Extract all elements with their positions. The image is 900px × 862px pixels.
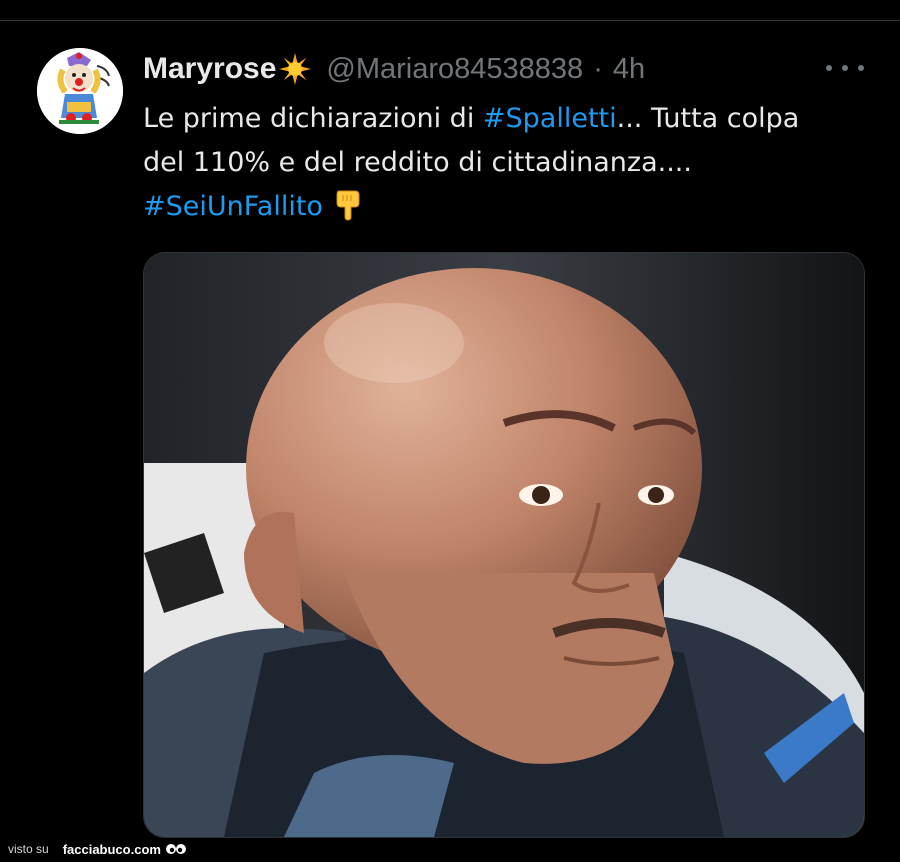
hashtag-spalletti-link[interactable]: #Spalletti [483,103,617,134]
footer-visto-label: visto su [8,842,49,856]
tweet-header: Maryrose @Mariaro84538838 · 4h [143,50,645,88]
footer-site-link[interactable]: facciabuco.com [63,842,161,857]
hashtag-seiunfallito-link[interactable]: #SeiUnFallito [143,191,323,222]
header-separator: · [593,52,603,85]
man-portrait-image [144,253,864,837]
tweet-text-line-2: del 110% e del reddito di cittadinanza..… [143,147,692,178]
watermark-footer: visto su facciabuco.com [8,838,187,860]
pointing-down-hand-icon [336,190,360,221]
text-segment: ... Tutta colpa [616,103,800,134]
clown-avatar-image [37,48,123,134]
tweet-text-line-1: Le prime dichiarazioni di #Spalletti... … [143,97,873,141]
tweet-media-photo[interactable] [143,252,865,838]
sun-emoji-icon [279,53,312,85]
text-segment: Le prime dichiarazioni di [143,103,483,134]
tweet-text: Le prime dichiarazioni di #Spalletti... … [143,97,873,229]
author-handle[interactable]: @Mariaro84538838 [326,53,583,86]
tweet-text-line-3: #SeiUnFallito [143,185,873,229]
author-avatar[interactable] [37,48,123,134]
author-name[interactable]: Maryrose [143,52,276,86]
more-options-icon[interactable] [826,58,864,78]
top-divider [0,20,900,21]
eyes-logo-icon [165,844,186,854]
tweet-time[interactable]: 4h [613,53,645,86]
